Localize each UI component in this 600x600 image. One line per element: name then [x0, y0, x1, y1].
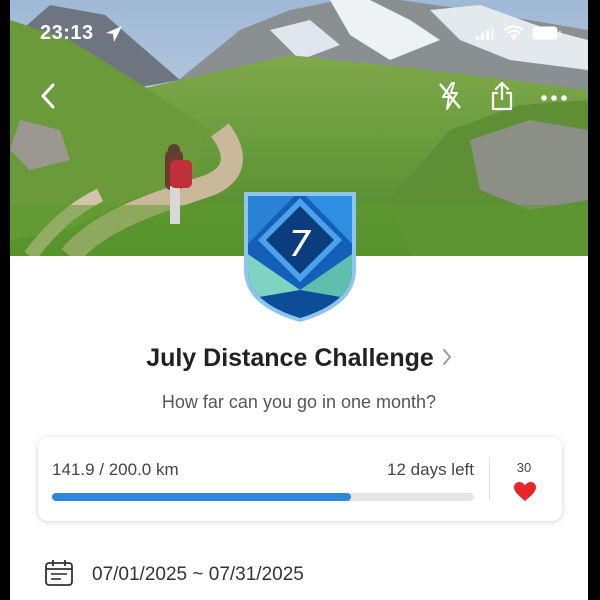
- badge-shield-icon: 7: [244, 192, 356, 322]
- title-row[interactable]: July Distance Challenge: [10, 344, 588, 373]
- progress-bar-fill: [52, 493, 352, 501]
- back-button[interactable]: [30, 80, 66, 116]
- status-bar: 23:13: [10, 22, 588, 48]
- date-range-row: 07/01/2025 ~ 07/31/2025: [44, 559, 304, 592]
- challenge-title[interactable]: July Distance Challenge: [146, 344, 434, 372]
- signal-icon: [476, 26, 496, 45]
- more-dots-icon: [540, 89, 568, 107]
- status-time: 23:13: [40, 22, 94, 44]
- location-arrow-icon: [105, 25, 123, 48]
- flash-off-icon: [437, 81, 463, 116]
- chevron-right-icon: [442, 348, 452, 371]
- battery-icon: [532, 26, 562, 45]
- phone-screen: 23:13 7 July Distance Challenge How far …: [10, 0, 588, 600]
- wifi-icon: [504, 25, 524, 45]
- progress-card: 141.9 / 200.0 km 12 days left 30: [38, 437, 562, 521]
- share-button[interactable]: [484, 80, 520, 116]
- flash-off-button[interactable]: [432, 80, 468, 116]
- likes-count: 30: [516, 460, 532, 475]
- chevron-left-icon: [40, 83, 56, 114]
- progress-bar: [52, 493, 474, 501]
- challenge-badge: 7: [242, 190, 358, 322]
- divider: [489, 457, 490, 501]
- calendar-icon: [44, 559, 74, 592]
- heart-icon[interactable]: [513, 481, 537, 507]
- days-left-text: 12 days left: [387, 460, 474, 479]
- more-options-button[interactable]: [536, 80, 572, 116]
- date-range-text: 07/01/2025 ~ 07/31/2025: [92, 564, 304, 585]
- badge-number: 7: [289, 224, 312, 265]
- challenge-subtitle: How far can you go in one month?: [161, 392, 437, 412]
- distance-progress-text: 141.9 / 200.0 km: [52, 460, 179, 479]
- share-icon: [490, 81, 514, 116]
